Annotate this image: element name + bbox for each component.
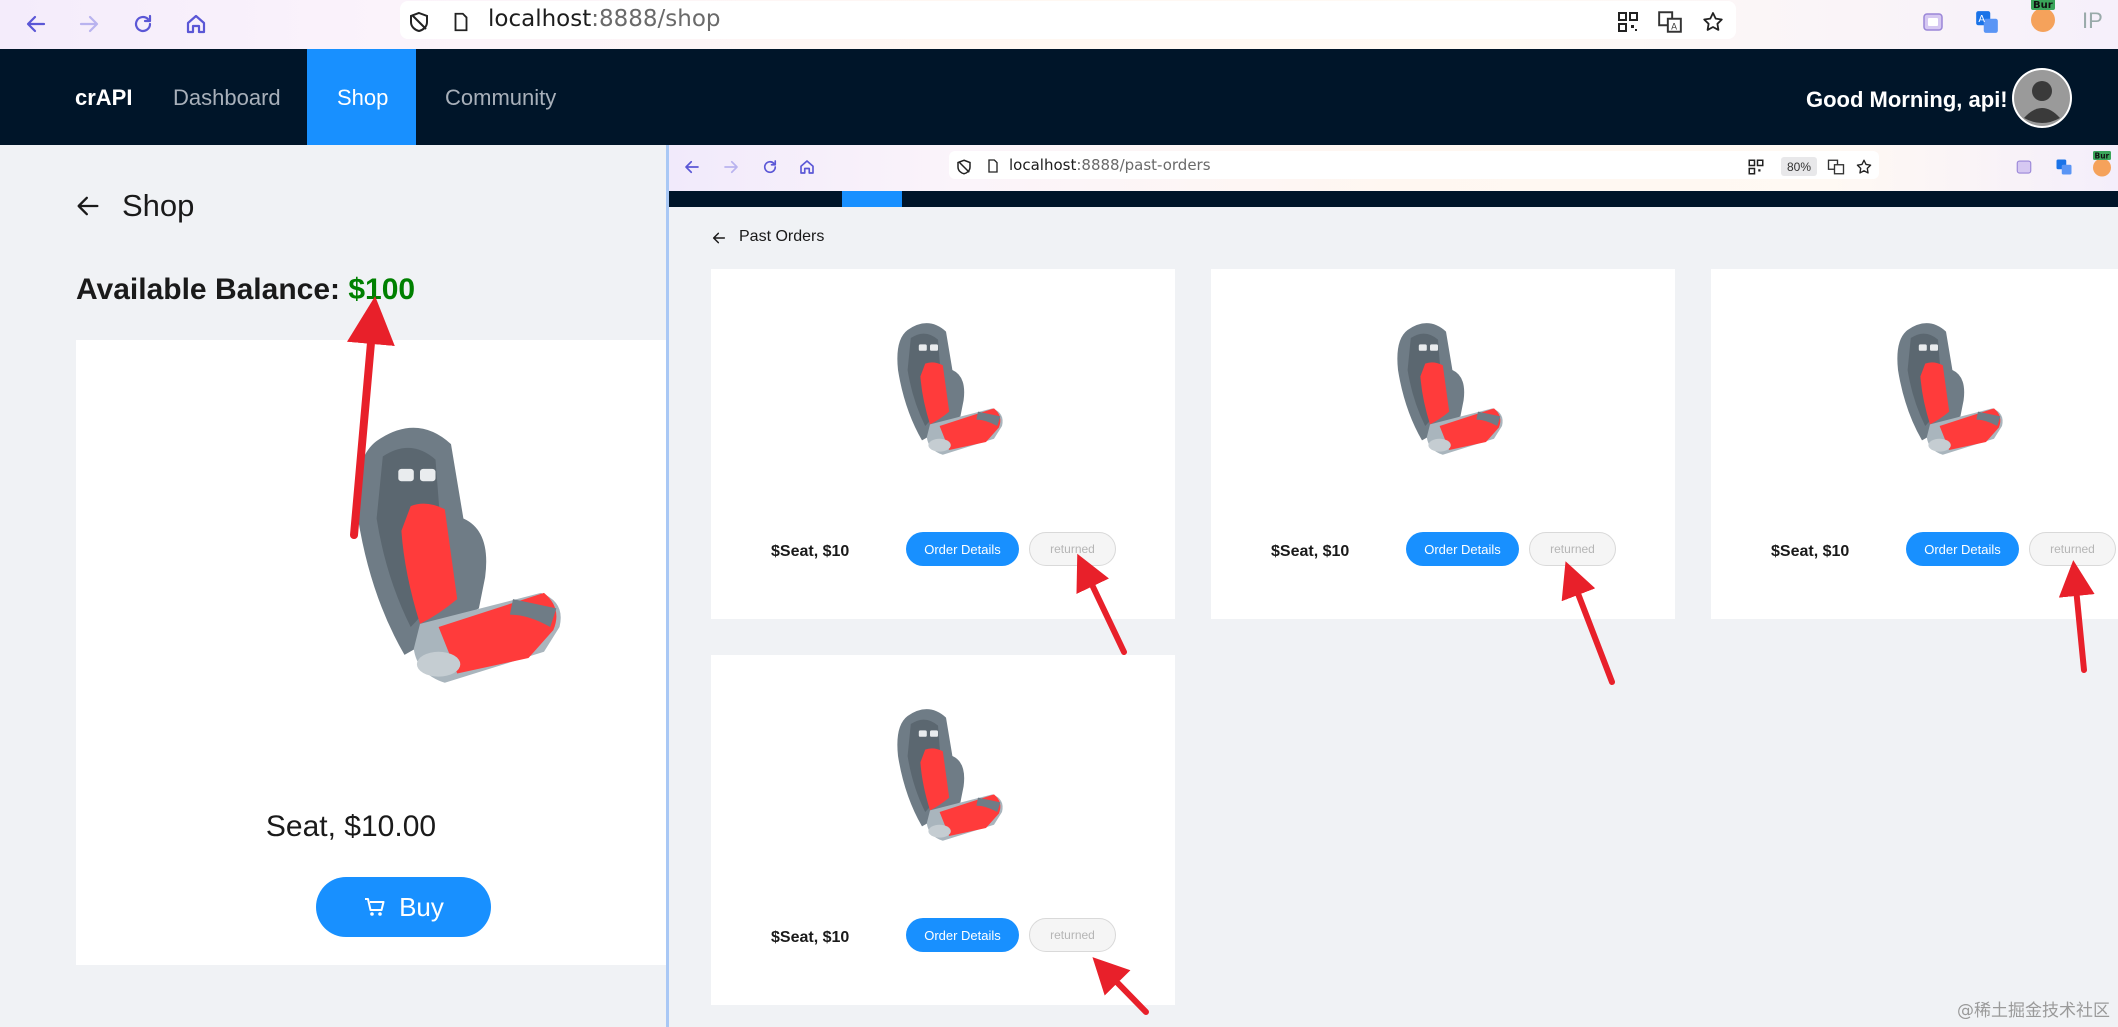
star-icon[interactable] (1697, 6, 1729, 38)
back-arrow-icon[interactable] (74, 192, 102, 220)
order-details-button[interactable]: Order Details (906, 918, 1019, 952)
order-card: $Seat, $10 Order Details returned (1211, 269, 1675, 619)
extension-icon[interactable] (1917, 6, 1949, 38)
inner-url-text[interactable]: localhost:8888/past-orders (1009, 156, 1211, 174)
seat-product-image (271, 410, 631, 720)
inner-extension-icon[interactable] (2015, 158, 2033, 176)
order-label: $Seat, $10 (771, 543, 850, 560)
order-details-button[interactable]: Order Details (1906, 532, 2019, 566)
seat-order-image (866, 700, 1026, 860)
qr-code-icon[interactable] (1612, 6, 1644, 38)
balance-amount: $100 (348, 273, 416, 306)
inner-extension-badge-text: Bur (2095, 152, 2110, 161)
returned-status-button[interactable]: returned (1029, 532, 1116, 566)
inner-browser-toolbar: localhost:8888/past-orders 80% Bur (669, 145, 2118, 191)
past-orders-title: Past Orders (739, 228, 825, 245)
nav-item-shop-label: Shop (337, 85, 389, 110)
avatar[interactable] (2012, 68, 2072, 128)
past-orders-back-icon[interactable] (711, 230, 727, 246)
translate-icon[interactable]: A (1654, 6, 1686, 38)
returned-status-button[interactable]: returned (1029, 918, 1116, 952)
top-navbar: crAPI Dashboard Shop Community Good Morn… (0, 49, 2118, 145)
past-orders-window: localhost:8888/past-orders 80% Bur Past … (666, 145, 2118, 1027)
returned-status-button[interactable]: returned (1529, 532, 1616, 566)
inner-translate-extension-icon[interactable] (2055, 158, 2073, 176)
page-icon (445, 6, 477, 38)
inner-reload-icon[interactable] (761, 158, 779, 176)
nav-item-shop[interactable]: Shop (307, 49, 416, 145)
tracking-shield-icon[interactable] (403, 6, 435, 38)
inner-navbar (669, 191, 2118, 207)
seat-order-image (1866, 314, 2026, 474)
nav-item-community[interactable]: Community (445, 85, 556, 111)
inner-home-icon[interactable] (798, 158, 816, 176)
order-card: $Seat, $10 Order Details returned (1711, 269, 2118, 619)
inner-forward-icon[interactable] (722, 158, 740, 176)
page-title: Shop (122, 188, 195, 223)
inner-nav-active-tab[interactable] (842, 191, 902, 207)
svg-text:A: A (1978, 14, 1985, 25)
inner-qr-code-icon[interactable] (1747, 158, 1765, 176)
back-icon[interactable] (18, 6, 54, 42)
product-card: Seat, $10.00 Buy (76, 340, 666, 965)
burp-extension-icon[interactable]: Bur (2027, 0, 2059, 34)
order-card: $Seat, $10 Order Details returned (711, 269, 1175, 619)
edge-text: IP (2082, 8, 2103, 33)
svg-text:A: A (1671, 23, 1677, 33)
order-card: $Seat, $10 Order Details returned (711, 655, 1175, 1005)
product-name-price: Seat, $10.00 (265, 810, 437, 843)
inner-star-icon[interactable] (1855, 158, 1873, 176)
reload-icon[interactable] (125, 6, 161, 42)
inner-burp-extension-icon[interactable]: Bur (2089, 151, 2115, 181)
order-details-button[interactable]: Order Details (906, 532, 1019, 566)
inner-translate-icon[interactable] (1827, 158, 1845, 176)
seat-order-image (866, 314, 1026, 474)
nav-item-dashboard[interactable]: Dashboard (173, 85, 281, 111)
order-details-button[interactable]: Order Details (1406, 532, 1519, 566)
browser-toolbar: localhost:8888/shop A A Bur IP (0, 0, 2118, 49)
order-label: $Seat, $10 (1771, 543, 1850, 560)
watermark-text: @稀土掘金技术社区 (1957, 1001, 2110, 1021)
order-label: $Seat, $10 (771, 929, 850, 946)
buy-button[interactable]: Buy (316, 877, 491, 937)
translate-extension-icon[interactable]: A (1971, 6, 2003, 38)
forward-icon[interactable] (71, 6, 107, 42)
inner-page-icon (988, 159, 998, 173)
home-icon[interactable] (178, 6, 214, 42)
inner-back-icon[interactable] (683, 158, 701, 176)
buy-button-label: Buy (399, 891, 444, 922)
available-balance: Available Balance: $100 (76, 273, 415, 307)
url-text[interactable]: localhost:8888/shop (488, 6, 721, 32)
zoom-level-badge[interactable]: 80% (1781, 157, 1817, 176)
cart-icon (365, 898, 385, 916)
seat-order-image (1366, 314, 1526, 474)
brand-logo[interactable]: crAPI (75, 85, 132, 111)
greeting-text: Good Morning, api! (1806, 87, 2008, 112)
inner-tracking-shield-icon[interactable] (955, 158, 973, 176)
balance-label: Available Balance: (76, 273, 341, 306)
returned-status-button[interactable]: returned (2029, 532, 2116, 566)
extension-badge-text: Bur (2033, 0, 2053, 11)
order-label: $Seat, $10 (1271, 543, 1350, 560)
